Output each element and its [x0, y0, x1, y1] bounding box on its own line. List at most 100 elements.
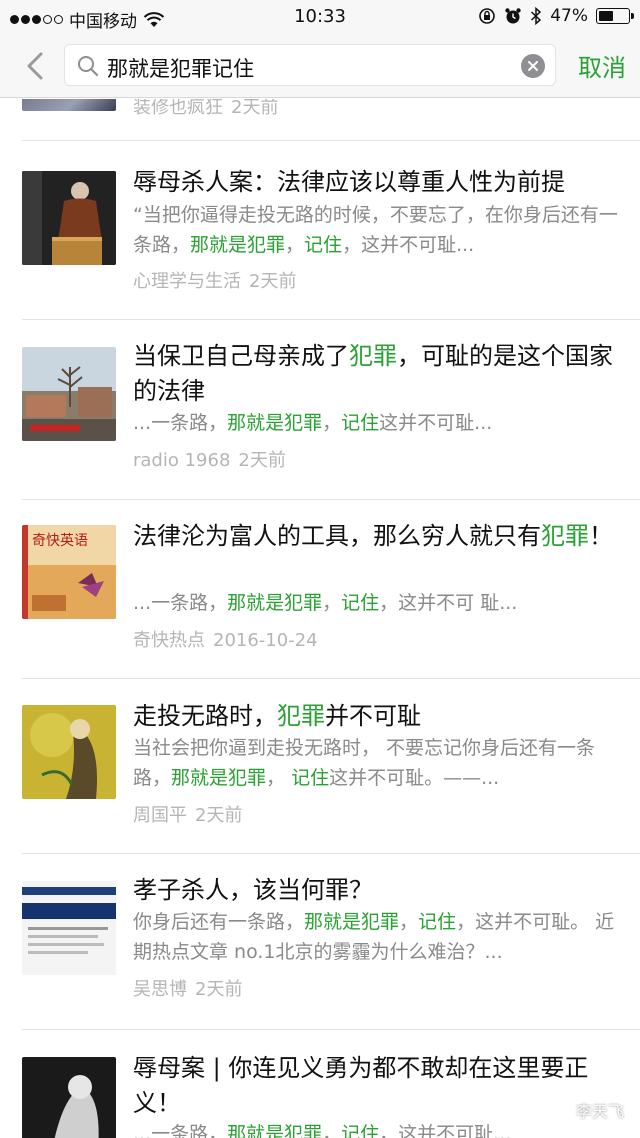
text-segment: ...一条路，	[133, 592, 228, 614]
divider	[22, 853, 640, 854]
text-segment: ，	[399, 911, 419, 933]
text-segment: 法律沦为富人的工具，那么穷人就只有	[133, 522, 541, 550]
item-meta: 吴思博 2天前	[133, 975, 242, 1001]
item-title: 辱母案 | 你连见义勇为都不敢却在这里要正义！	[133, 1051, 618, 1121]
article-thumbnail	[22, 171, 116, 265]
text-segment: 走投无路时，	[133, 702, 277, 730]
item-date: 2天前	[238, 450, 286, 471]
wechat-icon	[550, 1101, 570, 1118]
item-snippet: ...一条路，那就是犯罪，记住，这并不可耻...	[133, 1119, 618, 1138]
text-segment: ，	[322, 592, 342, 614]
item-meta: 奇快热点 2016-10-24	[133, 626, 318, 652]
list-item[interactable]: 辱母杀人案：法律应该以尊重人性为前提 “当把你逼得走投无路的时候，不要忘了，在你…	[0, 141, 640, 321]
list-item[interactable]: 孝子杀人，该当何罪？ 你身后还有一条路，那就是犯罪，记住，这并不可耻。 近期热点…	[0, 855, 640, 1031]
close-icon	[528, 61, 538, 71]
text-segment: 孝子杀人，该当何罪？	[133, 876, 373, 904]
back-button[interactable]	[20, 51, 50, 81]
highlighted-keyword: 记住	[304, 234, 343, 256]
highlighted-keyword: 犯罪	[277, 702, 325, 730]
article-thumbnail	[22, 1057, 116, 1138]
alarm-icon	[505, 8, 521, 24]
list-item[interactable]: 奇快英语 法律沦为富人的工具，那么穷人就只有犯罪！ ...一条路，那就是犯罪，记…	[0, 501, 640, 681]
divider	[22, 678, 640, 679]
item-snippet: “当把你逼得走投无路的时候，不要忘了，在你身后还有一条路，那就是犯罪，记住，这并…	[133, 200, 618, 260]
list-item[interactable]: 辱母案 | 你连见义勇为都不敢却在这里要正义！ ...一条路，那就是犯罪，记住，…	[0, 1031, 640, 1138]
item-date: 2天前	[249, 271, 297, 292]
text-segment: ，	[266, 767, 292, 789]
item-source: 吴思博	[133, 979, 187, 1000]
divider	[22, 1029, 640, 1030]
item-date: 2天前	[195, 805, 243, 826]
cancel-button[interactable]: 取消	[578, 48, 626, 83]
highlighted-keyword: 记住	[291, 767, 330, 789]
divider	[22, 499, 640, 500]
text-segment: 当保卫自己母亲成了	[133, 342, 349, 370]
highlighted-keyword: 记住	[341, 412, 380, 434]
text-segment: ，	[322, 412, 342, 434]
highlighted-keyword: 记住	[341, 592, 380, 614]
battery-percent: 47%	[550, 6, 588, 26]
text-segment: 辱母杀人案：法律应该以尊重人性为前提	[133, 168, 565, 196]
watermark: 李天飞	[550, 1098, 624, 1122]
item-source: 奇快热点	[133, 630, 205, 651]
search-header: 那就是犯罪记住 取消	[0, 34, 640, 98]
text-segment: ，这并不可耻...	[342, 234, 475, 256]
text-segment: ...一条路，	[133, 412, 228, 434]
chevron-left-icon	[27, 52, 43, 80]
bluetooth-icon	[531, 7, 542, 25]
item-title: 当保卫自己母亲成了犯罪，可耻的是这个国家的法律	[133, 339, 618, 409]
text-segment: ，	[285, 234, 305, 256]
battery-icon	[596, 8, 634, 24]
list-item[interactable]: 装修也疯狂 2天前	[0, 99, 640, 141]
article-thumbnail	[22, 881, 116, 975]
highlighted-keyword: 犯罪	[541, 522, 589, 550]
item-meta: radio 1968 2天前	[133, 446, 286, 472]
list-item[interactable]: 走投无路时，犯罪并不可耻 当社会把你逼到走投无路时， 不要忘记你身后还有一条路，…	[0, 681, 640, 855]
text-segment: 这并不可耻。——...	[329, 767, 500, 789]
text-segment: ，这并不可耻...	[379, 1123, 512, 1138]
item-title: 法律沦为富人的工具，那么穷人就只有犯罪！	[133, 519, 618, 554]
highlighted-keyword: 那就是犯罪	[304, 911, 400, 933]
text-segment: 并不可耻	[325, 702, 421, 730]
article-thumbnail	[22, 705, 116, 799]
search-input[interactable]: 那就是犯罪记住	[107, 53, 254, 83]
search-icon	[78, 56, 99, 77]
text-segment: ...一条路，	[133, 1123, 228, 1138]
status-bar: 中国移动 10:33 47%	[0, 0, 640, 34]
search-box[interactable]: 那就是犯罪记住	[64, 44, 556, 86]
text-segment: 这并不可耻...	[379, 412, 493, 434]
item-meta: 心理学与生活 2天前	[133, 267, 296, 293]
item-snippet: 当社会把你逼到走投无路时， 不要忘记你身后还有一条路，那就是犯罪， 记住这并不可…	[133, 733, 618, 793]
item-snippet: ...一条路，那就是犯罪，记住这并不可耻...	[133, 408, 618, 438]
highlighted-keyword: 记住	[418, 911, 457, 933]
highlighted-keyword: 那就是犯罪	[190, 234, 286, 256]
article-thumbnail: 奇快英语	[22, 525, 116, 619]
item-meta: 周国平 2天前	[133, 801, 242, 827]
highlighted-keyword: 犯罪	[349, 342, 397, 370]
book-title-text: 奇快英语	[32, 532, 88, 549]
highlighted-keyword: 那就是犯罪	[227, 1123, 323, 1138]
clear-search-button[interactable]	[521, 54, 545, 78]
item-date: 2016-10-24	[213, 630, 318, 651]
highlighted-keyword: 记住	[341, 1123, 380, 1138]
article-thumbnail	[22, 99, 116, 111]
status-right: 47%	[478, 6, 634, 26]
text-segment: ！	[589, 522, 613, 550]
item-snippet: ...一条路，那就是犯罪，记住，这并不可 耻...	[133, 588, 618, 618]
divider	[22, 319, 640, 320]
item-source: 装修也疯狂	[133, 99, 223, 118]
highlighted-keyword: 那就是犯罪	[227, 592, 323, 614]
item-date: 2天前	[231, 99, 279, 118]
highlighted-keyword: 那就是犯罪	[171, 767, 267, 789]
item-source: 周国平	[133, 805, 187, 826]
item-snippet: 你身后还有一条路，那就是犯罪，记住，这并不可耻。 近期热点文章 no.1北京的雾…	[133, 907, 618, 967]
text-segment: ，这并不可 耻...	[379, 592, 518, 614]
rotation-lock-icon	[479, 8, 496, 24]
list-item[interactable]: 当保卫自己母亲成了犯罪，可耻的是这个国家的法律 ...一条路，那就是犯罪，记住这…	[0, 321, 640, 501]
highlighted-keyword: 那就是犯罪	[227, 412, 323, 434]
watermark-text: 李天飞	[575, 1102, 624, 1121]
text-segment: 辱母案 | 你连见义勇为都不敢却在这里要正义！	[133, 1054, 589, 1117]
text-segment: 你身后还有一条路，	[133, 911, 305, 933]
search-results-list: 装修也疯狂 2天前 辱母杀人案：法律应该以尊重人性为前提 “当把你逼得走投无路的时…	[0, 99, 640, 1138]
text-segment: ，	[322, 1123, 342, 1138]
